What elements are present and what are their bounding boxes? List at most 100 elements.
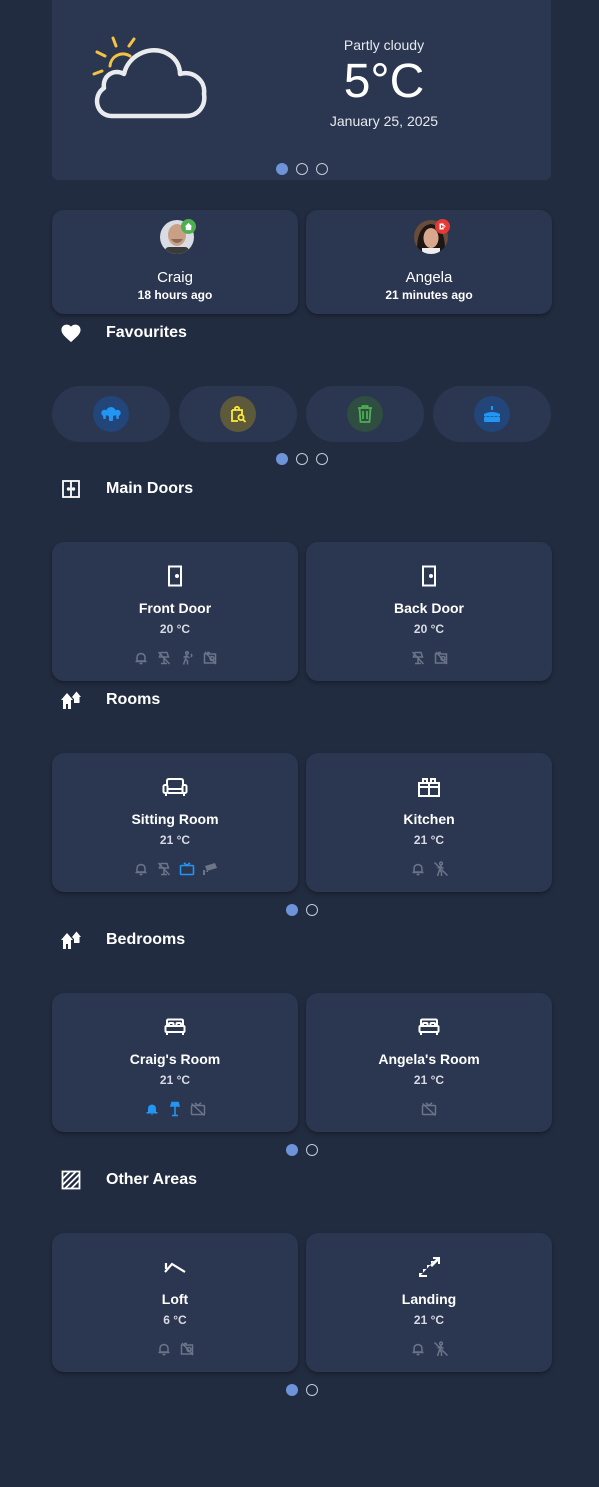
cake-icon	[474, 396, 510, 432]
tile-statuses	[306, 1341, 552, 1357]
door-icon	[416, 564, 442, 588]
section-title: Main Doors	[106, 480, 194, 497]
tile-temperature: 20 °C	[413, 622, 445, 636]
person-name: Angela	[405, 269, 453, 286]
pager-dot-2[interactable]	[306, 904, 318, 916]
hatched-square-icon	[60, 1169, 82, 1191]
section-title: Bedrooms	[106, 931, 186, 948]
person-card-craig[interactable]: Craig 18 hours ago	[52, 210, 298, 314]
section-bedrooms: Bedrooms	[60, 928, 185, 952]
person-last-changed: 21 minutes ago	[385, 288, 473, 302]
camera-off-icon[interactable]	[179, 1341, 195, 1357]
stairs-icon	[416, 1255, 442, 1279]
lamp-off-icon[interactable]	[410, 650, 426, 666]
tile-temperature: 21 °C	[159, 1073, 191, 1087]
person-name: Craig	[157, 269, 193, 286]
bell-icon[interactable]	[144, 1101, 160, 1117]
person-last-changed: 18 hours ago	[137, 288, 213, 302]
door-icon	[162, 564, 188, 588]
pager-dot-2[interactable]	[296, 163, 308, 175]
favourites-pager	[276, 453, 328, 465]
tv-icon[interactable]	[179, 861, 195, 877]
lamp-off-icon[interactable]	[156, 650, 172, 666]
tile-temperature: 21 °C	[159, 833, 191, 847]
pager-dot-1[interactable]	[276, 163, 288, 175]
bell-icon[interactable]	[133, 650, 149, 666]
pager-dot-1[interactable]	[286, 904, 298, 916]
tile-temperature: 6 °C	[163, 1313, 187, 1327]
tile-name: Landing	[401, 1291, 457, 1307]
tile-loft[interactable]: Loft 6 °C	[52, 1233, 298, 1372]
bedrooms-pager	[286, 1144, 318, 1156]
tile-statuses	[306, 1101, 552, 1117]
tile-craigs-room[interactable]: Craig's Room 21 °C	[52, 993, 298, 1132]
tv-off-icon[interactable]	[190, 1101, 206, 1117]
home-group-icon	[60, 929, 82, 951]
pager-dot-3[interactable]	[316, 453, 328, 465]
pager-dot-2[interactable]	[306, 1144, 318, 1156]
motion-sensor-off-icon[interactable]	[433, 861, 449, 877]
tile-sitting-room[interactable]: Sitting Room 21 °C	[52, 753, 298, 892]
tile-statuses	[52, 650, 298, 666]
other-areas-pager	[286, 1384, 318, 1396]
tile-name: Craig's Room	[129, 1051, 221, 1067]
tile-temperature: 21 °C	[413, 1073, 445, 1087]
motion-sensor-off-icon[interactable]	[433, 1341, 449, 1357]
pager-dot-3[interactable]	[316, 163, 328, 175]
weather-condition: Partly cloudy	[343, 37, 425, 53]
lightbulb-group-icon	[93, 396, 129, 432]
camera-off-icon[interactable]	[433, 650, 449, 666]
shopping-search-icon	[220, 396, 256, 432]
tile-name: Sitting Room	[131, 811, 219, 827]
tile-name: Kitchen	[403, 811, 455, 827]
bell-icon[interactable]	[133, 861, 149, 877]
home-group-icon	[60, 689, 82, 711]
weather-card[interactable]: Partly cloudy 5°C January 25, 2025	[52, 0, 551, 180]
section-rooms: Rooms	[60, 688, 160, 712]
section-title: Favourites	[106, 324, 187, 341]
person-card-angela[interactable]: Angela 21 minutes ago	[306, 210, 552, 314]
bed-icon	[162, 1015, 188, 1039]
tile-front-door[interactable]: Front Door 20 °C	[52, 542, 298, 681]
section-main-doors: Main Doors	[60, 477, 193, 501]
lamp-off-icon[interactable]	[156, 861, 172, 877]
cctv-icon[interactable]	[202, 861, 218, 877]
roof-icon	[162, 1255, 188, 1279]
favourite-button-birthdays[interactable]	[433, 386, 551, 442]
favourite-button-shopping[interactable]	[179, 386, 297, 442]
heart-icon	[60, 322, 82, 344]
tile-kitchen[interactable]: Kitchen 21 °C	[306, 753, 552, 892]
camera-off-icon[interactable]	[202, 650, 218, 666]
tv-off-icon[interactable]	[421, 1101, 437, 1117]
tile-temperature: 20 °C	[159, 622, 191, 636]
tile-name: Angela's Room	[378, 1051, 480, 1067]
floor-lamp-icon[interactable]	[167, 1101, 183, 1117]
favourite-button-bins[interactable]	[306, 386, 424, 442]
bell-icon[interactable]	[156, 1341, 172, 1357]
tile-angelas-room[interactable]: Angela's Room 21 °C	[306, 993, 552, 1132]
pager-dot-1[interactable]	[286, 1384, 298, 1396]
tile-name: Back Door	[393, 600, 465, 616]
weather-date: January 25, 2025	[329, 113, 439, 129]
tile-statuses	[52, 1101, 298, 1117]
section-title: Other Areas	[106, 1171, 197, 1188]
bed-icon	[416, 1015, 442, 1039]
tile-landing[interactable]: Landing 21 °C	[306, 1233, 552, 1372]
pager-dot-2[interactable]	[296, 453, 308, 465]
section-favourites: Favourites	[60, 321, 187, 345]
pager-dot-1[interactable]	[276, 453, 288, 465]
pager-dot-1[interactable]	[286, 1144, 298, 1156]
tile-statuses	[306, 861, 552, 877]
pager-dot-2[interactable]	[306, 1384, 318, 1396]
weather-pager	[276, 163, 328, 175]
bell-icon[interactable]	[410, 1341, 426, 1357]
tile-back-door[interactable]: Back Door 20 °C	[306, 542, 552, 681]
tile-temperature: 21 °C	[413, 1313, 445, 1327]
motion-sensor-icon[interactable]	[179, 650, 195, 666]
favourite-button-lights[interactable]	[52, 386, 170, 442]
bell-icon[interactable]	[410, 861, 426, 877]
weather-temperature: 5°C	[343, 55, 425, 108]
double-door-icon	[60, 478, 82, 500]
tile-temperature: 21 °C	[413, 833, 445, 847]
partly-cloudy-icon	[92, 36, 207, 119]
